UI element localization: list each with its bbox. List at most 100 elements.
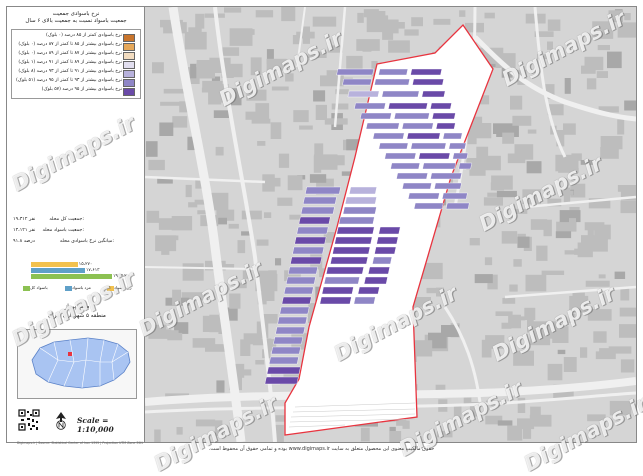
city-block [433,18,451,25]
city-block [508,314,521,329]
city-block [145,141,158,157]
city-block [312,16,337,27]
population-bar [31,268,85,273]
literacy-block [418,152,451,160]
city-block [293,110,309,123]
city-block [607,51,622,69]
literacy-block [344,196,377,205]
city-block [497,420,513,426]
city-block [154,429,161,445]
literacy-block [285,276,316,285]
city-block [474,274,493,284]
city-block [600,147,619,159]
city-block [251,118,271,124]
city-block [523,428,532,439]
map-svg [144,6,643,447]
literacy-block [296,226,329,235]
copyright-footer: حقوق مالکیت معنوی این محصول متعلق به سای… [208,446,435,452]
literacy-block [421,90,446,98]
literacy-block [430,172,462,180]
city-block [313,90,326,102]
city-block [526,161,542,174]
legend-swatch [123,70,135,78]
literacy-block [412,78,444,86]
literacy-block [300,206,335,215]
literacy-block [388,102,428,110]
stat-avg-label: میانگین نرخ باسوادی محله: [59,239,114,244]
city-block [161,235,179,241]
map-view[interactable] [144,6,643,447]
city-block [196,60,212,73]
literacy-block [372,256,393,265]
city-block [331,103,349,110]
city-block [541,270,565,275]
city-block [213,110,229,118]
city-block [216,380,225,393]
city-block [569,218,576,230]
city-block [404,29,419,36]
city-block [614,271,626,279]
bar-key-label: باسواد کل [30,285,48,290]
scale-text: Scale = 1:10,000 [77,416,114,434]
literacy-block [441,192,468,200]
legend-swatch [123,88,135,96]
literacy-block [349,186,377,195]
literacy-block [347,90,380,98]
inset-highlight [68,352,72,356]
city-block [510,95,523,110]
city-block [624,100,638,111]
literacy-block [384,152,417,160]
city-block [597,45,610,51]
city-block [277,197,293,206]
literacy-block [402,182,432,190]
literacy-block [273,336,304,345]
city-block [527,129,537,134]
city-block [476,146,489,164]
legend-box: نرخ باسوادی کمتر از ۸۵ درصد (۰ بلوک) نرخ … [11,29,141,99]
legend-item-label: نرخ باسوادی بیشتر از ۹۳ تا کمتر از ۹۵ در… [15,78,122,83]
stat-total-label: جمعیت کل محله: [49,217,84,222]
city-block [185,184,192,198]
city-block [620,359,635,373]
literacy-block [323,276,360,285]
literacy-block [374,78,410,86]
literacy-block [378,226,401,235]
qr-code [18,409,40,431]
city-block [299,125,313,130]
legend-item-label: نرخ باسوادی بیشتر از ۸۷ تا کمتر از ۸۹ در… [18,51,122,56]
city-block [158,218,173,230]
credit-text: Digimaps.ir | Source: Statistical Center… [17,441,143,445]
stat-literate-label: جمعیت باسواد محله: [42,228,84,233]
literacy-block [406,132,441,140]
bar-value: ۱۵،۲۷۰ [78,261,93,267]
city-block [617,185,639,192]
city-block [332,155,345,166]
literacy-block [336,68,375,76]
city-block [587,227,594,243]
city-block [228,223,239,229]
literacy-block [431,112,456,120]
city-block [146,210,160,223]
city-block [176,427,183,435]
legend-item-label: نرخ باسوادی بیشتر از ۸۹ تا کمتر از ۹۱ در… [18,60,122,65]
literacy-block [298,216,331,225]
city-block [563,123,576,135]
city-block [289,214,301,220]
city-block [529,414,552,427]
city-block [256,239,269,246]
literacy-block [435,122,456,130]
city-block [595,351,616,360]
literacy-block [374,246,397,255]
literacy-block [458,162,473,170]
city-block [224,7,242,13]
literacy-block [353,296,376,305]
stat-literate-value: ۱۴،۱۲۱ نفر [13,228,36,233]
city-block [402,420,410,429]
literacy-block [381,90,420,98]
literacy-block [354,102,386,110]
city-block [232,29,255,35]
city-block [171,216,193,231]
city-block [596,71,608,78]
city-block [620,200,643,214]
literacy-block [294,236,327,245]
